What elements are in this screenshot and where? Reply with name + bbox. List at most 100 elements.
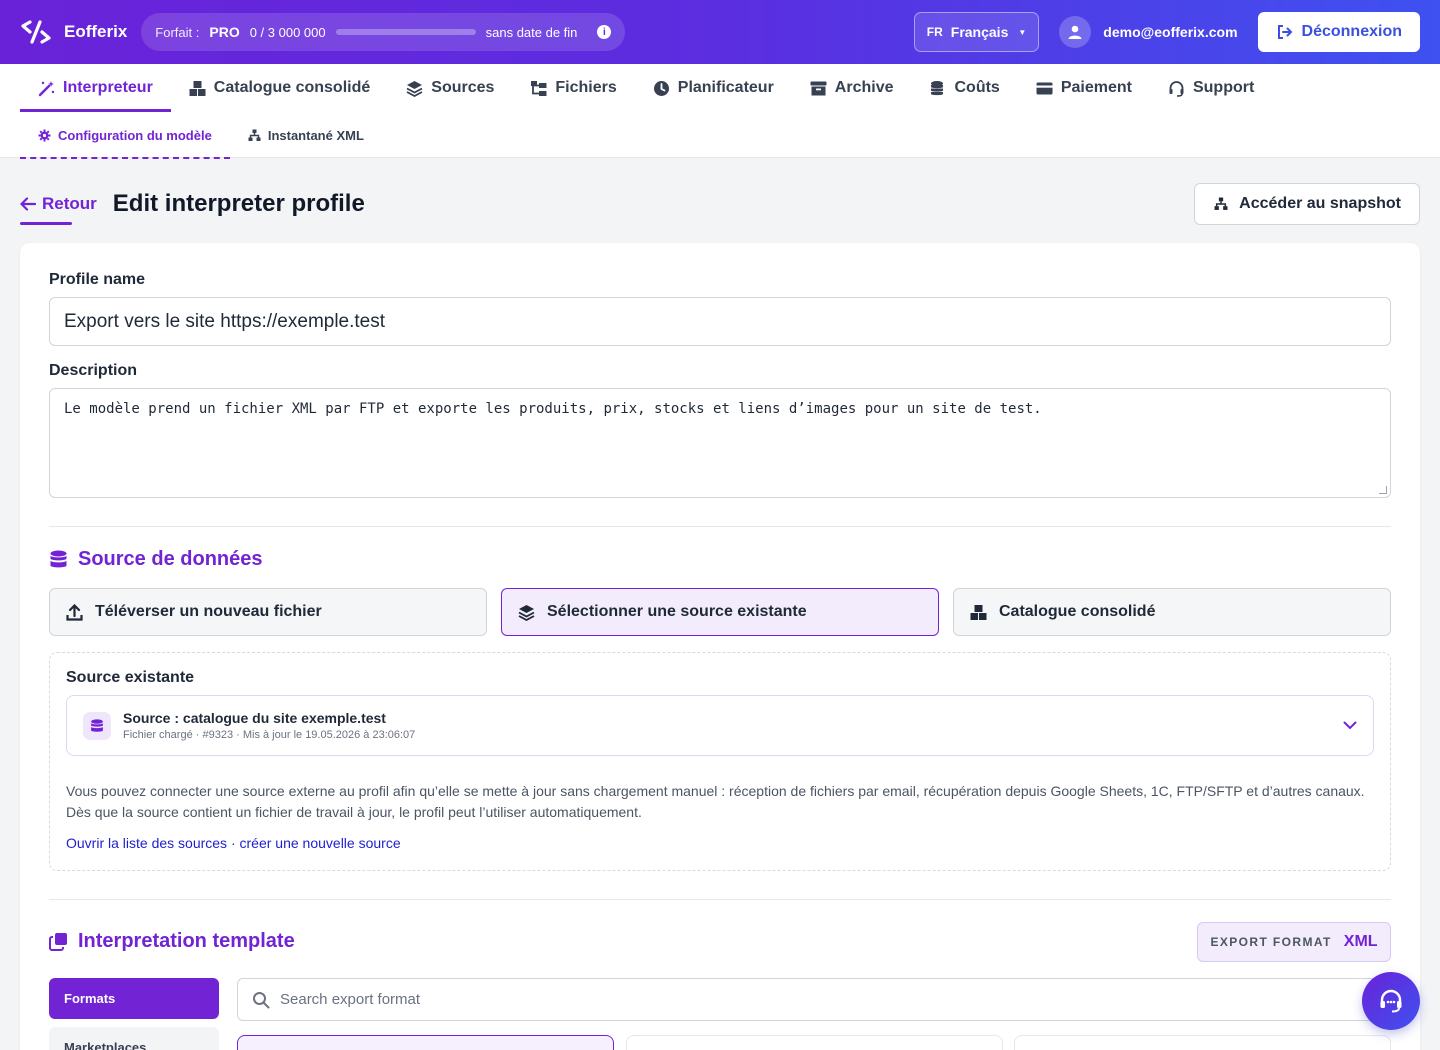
description-text: Le modèle prend un fichier XML par FTP e… [64,401,1042,417]
option-label: Sélectionner une source existante [547,603,807,620]
sub-tab-label: Instantané XML [267,127,364,143]
export-format-value: XML [1343,933,1378,950]
create-source-link[interactable]: créer une nouvelle source [240,835,401,851]
top-bar: Eofferix Forfait : PRO 0 / 3 000 000 san… [0,0,1440,64]
nav-label: Sources [431,79,495,96]
plan-label: Forfait : [155,24,200,40]
nav-item-couts[interactable]: Coûts [912,64,1018,112]
coins-icon [930,80,943,95]
nav-label: Interpreteur [63,79,153,96]
sitemap-icon [248,129,261,141]
nav-item-planificateur[interactable]: Planificateur [635,64,792,112]
snapshot-label: Accéder au snapshot [1239,195,1401,212]
plan-widget: Forfait : PRO 0 / 3 000 000 sans date de… [141,13,626,51]
copy-icon [49,933,67,951]
tab-instantane-xml[interactable]: Instantané XML [230,112,382,158]
user-email: demo@eofferix.com [1103,24,1238,40]
logout-button[interactable]: Déconnexion [1257,12,1420,52]
plan-usage-bar [335,29,476,35]
brand-logo-icon [21,20,51,44]
headset-icon [1169,80,1184,97]
database-icon [83,711,111,740]
nav-item-paiement[interactable]: Paiement [1018,64,1150,112]
select-existing-source-option[interactable]: Sélectionner une source existante [501,588,939,636]
upload-new-file-option[interactable]: Téléverser un nouveau fichier [49,588,487,636]
plan-tier: PRO [209,24,240,40]
nav-label: Coûts [954,79,1000,96]
source-links: Ouvrir la liste des sources · créer une … [66,835,401,851]
logout-label: Déconnexion [1301,23,1402,40]
option-label: Téléverser un nouveau fichier [95,603,322,620]
existing-source-select[interactable]: Source : catalogue du site exemple.test … [66,695,1374,756]
profile-name-input[interactable]: Export vers le site https://exemple.test [49,297,1391,346]
format-search[interactable]: Search export format [237,978,1391,1021]
tab-marketplaces[interactable]: Marketplaces [49,1027,219,1050]
language-code: FR [926,25,943,39]
upload-icon [66,603,83,621]
arrow-left-icon [20,197,36,211]
page-header: Retour Edit interpreter profile Accéder … [20,182,1420,226]
nav-item-interpreteur[interactable]: Interpreteur [20,64,171,112]
format-card[interactable] [237,1035,614,1050]
logout-icon [1277,25,1292,39]
resize-handle-icon[interactable] [1379,486,1387,494]
support-chat-button[interactable] [1362,972,1420,1030]
gear-icon [38,129,51,141]
language-selector[interactable]: FR Français ▼ [913,12,1040,52]
headset-icon [1380,989,1402,1013]
boxes-icon [970,604,987,620]
sitemap-icon [1214,197,1228,210]
nav-item-fichiers[interactable]: Fichiers [512,64,634,112]
caret-down-icon: ▼ [1018,27,1027,37]
user-avatar-icon [1059,16,1092,48]
tab-formats[interactable]: Formats [49,978,219,1019]
language-name: Français [950,24,1009,40]
brand[interactable]: Eofferix [20,18,127,46]
template-title: Interpretation template [78,930,295,952]
interpretation-template-heading: Interpretation template [49,930,295,953]
consolidated-catalog-option[interactable]: Catalogue consolidé [953,588,1391,636]
layers-icon [518,604,535,621]
description-textarea[interactable]: Le modèle prend un fichier XML par FTP e… [49,388,1391,498]
layers-icon [406,80,423,97]
nav-label: Support [1192,79,1255,96]
search-placeholder: Search export format [280,991,421,1008]
page-title: Edit interpreter profile [112,190,365,217]
nav-item-support[interactable]: Support [1150,64,1272,112]
magic-wand-icon [38,80,55,96]
option-label: Catalogue consolidé [999,603,1156,620]
data-source-title: Source de données [78,548,263,570]
link-separator: · [227,835,240,851]
nav-item-archive[interactable]: Archive [792,64,912,112]
selected-source-name: Source : catalogue du site exemple.test [123,710,386,726]
plan-expiry: sans date de fin [485,24,578,40]
nav-item-catalogue[interactable]: Catalogue consolidé [171,64,388,112]
nav-label: Fichiers [555,79,617,96]
boxes-icon [189,80,206,96]
folder-tree-icon [531,80,547,96]
nav-label: Paiement [1060,79,1132,96]
user-menu[interactable]: demo@eofferix.com [1059,16,1238,48]
format-card[interactable] [1014,1035,1391,1050]
data-source-heading: Source de données [49,548,263,571]
format-card[interactable] [626,1035,1003,1050]
snapshot-button[interactable]: Accéder au snapshot [1194,183,1420,225]
plan-usage: 0 / 3 000 000 [249,24,326,40]
tab-configuration-modele[interactable]: Configuration du modèle [20,112,230,159]
main-navigation: Interpreteur Catalogue consolidé Sources… [0,64,1440,159]
export-format-badge: EXPORT FORMAT XML [1197,922,1391,962]
nav-label: Catalogue consolidé [213,79,371,96]
existing-source-panel: Source existante Source : catalogue du s… [49,652,1391,871]
existing-source-help-text: Vous pouvez connecter une source externe… [66,783,1365,820]
selected-source-meta: Fichier chargé · #9323 · Mis à jour le 1… [123,729,416,741]
back-link[interactable]: Retour [20,184,97,225]
clock-icon [653,80,669,96]
nav-item-sources[interactable]: Sources [388,64,512,112]
info-icon[interactable]: i [597,25,612,39]
divider [49,899,1391,900]
export-format-key: EXPORT FORMAT [1210,935,1332,949]
open-sources-link[interactable]: Ouvrir la liste des sources [66,835,227,851]
back-label: Retour [42,194,97,213]
nav-label: Planificateur [677,79,774,96]
search-icon [253,991,270,1008]
